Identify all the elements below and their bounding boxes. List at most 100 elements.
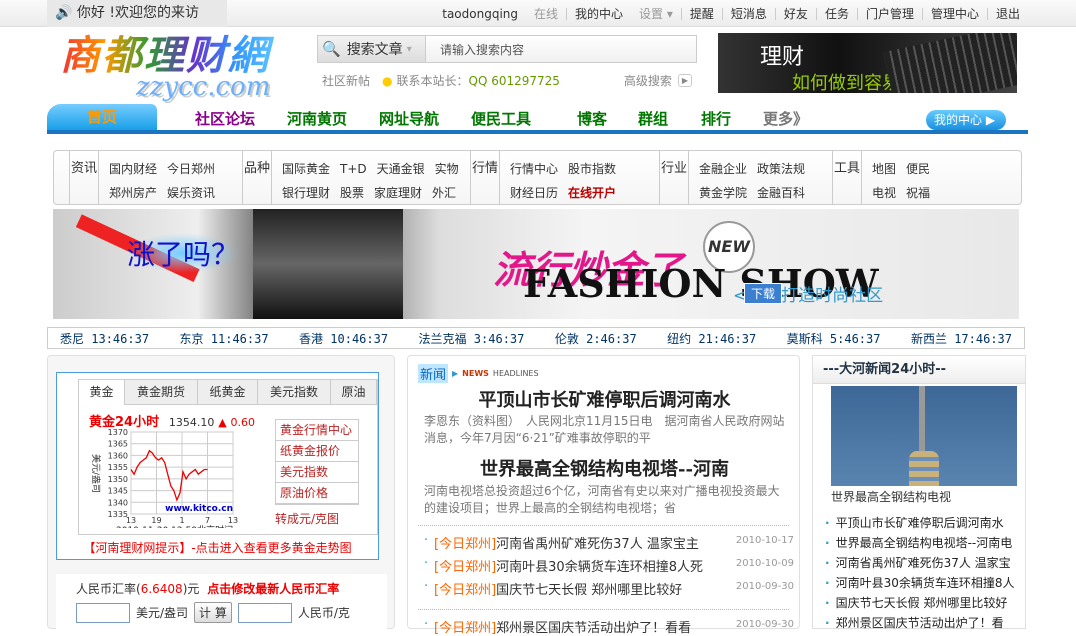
category-market: 行情 行情中心 股市指数 财经日历 在线开户 [470, 151, 634, 204]
gold-market-link[interactable]: 黄金行情中心 [276, 420, 358, 441]
daily-news-panel: ---大河新闻24小时-- 世界最高全钢结构电视 · 平顶山市长矿难停职后调河南水… [812, 355, 1026, 630]
nav-directory[interactable]: 网址导航 [379, 108, 439, 129]
online-status[interactable]: 在线 [526, 8, 566, 20]
list-item: · 平顶山市长矿难停职后调河南水 [825, 516, 1004, 530]
link[interactable]: 行情中心 [510, 162, 558, 176]
link[interactable]: 电视 [872, 186, 896, 200]
usd-input[interactable] [76, 602, 130, 623]
nav-ranking[interactable]: 排行 [701, 108, 731, 129]
link[interactable]: 黄金学院 [699, 186, 747, 200]
gold-panel: 黄金 黄金期货 纸黄金 美元指数 原油 黄金24小时 1354.10 ▲ 0.6… [47, 355, 395, 634]
link[interactable]: 国内财经 [109, 162, 157, 176]
link[interactable]: 娱乐资讯 [167, 186, 215, 200]
site-logo[interactable]: 商都理财網 zzycc.com [60, 32, 282, 102]
link[interactable]: 祝福 [906, 186, 930, 200]
paper-gold-link[interactable]: 纸黄金报价 [276, 441, 358, 462]
dollar-index-link[interactable]: 美元指数 [276, 462, 358, 483]
open-account-link[interactable]: 在线开户 [568, 186, 616, 200]
gold-tip-link[interactable]: 【河南理财网提示】-点击进入查看更多黄金走势图 [57, 539, 378, 556]
link[interactable]: 实物 [435, 162, 459, 176]
link[interactable]: 财经日历 [510, 186, 558, 200]
nav-yellow-pages[interactable]: 河南黄页 [287, 108, 347, 129]
main-nav: 首页 社区论坛 河南黄页 网址导航 便民工具 博客 群组 排行 更多》 [47, 104, 1028, 134]
edit-rate-link[interactable]: 点击修改最新人民币汇率 [207, 582, 339, 596]
cny-input[interactable] [237, 602, 292, 623]
category-varieties: 品种 国际黄金 T+D 天通金银 实物 银行理财 股票 家庭理财 外汇 [242, 151, 477, 204]
convert-link[interactable]: 转成元/克图 [275, 510, 339, 527]
community-posts-link[interactable]: 社区新帖 [322, 72, 370, 89]
link[interactable]: 金融企业 [699, 162, 747, 176]
oil-price-link[interactable]: 原油价格 [276, 483, 358, 504]
welcome-message: 🔊 你好 !欢迎您的来访 [47, 0, 227, 27]
phone-image [883, 33, 1017, 93]
ad-banner[interactable]: 理财 如何做到容易？ [718, 33, 1017, 93]
y-tick-label: 1355 [108, 463, 128, 472]
list-item: · 河南叶县30余辆货车连环相撞8人 [825, 576, 1015, 590]
link[interactable]: 银行理财 [282, 186, 330, 200]
arrow-icon: ▶ [452, 369, 459, 378]
download-button[interactable]: 下载 [744, 283, 783, 304]
friends-link[interactable]: 好友 [774, 7, 816, 20]
tasks-link[interactable]: 任务 [815, 7, 857, 20]
tab-gold[interactable]: 黄金 [79, 380, 125, 405]
settings-dropdown[interactable]: 设置 ▾ [631, 8, 681, 20]
panel-title: ---大河新闻24小时-- [813, 356, 1025, 384]
tab-news[interactable]: 新闻 [418, 364, 449, 383]
nav-groups[interactable]: 群组 [638, 108, 668, 129]
link[interactable]: 家庭理财 [374, 186, 422, 200]
x-tick-label: 13 [126, 516, 136, 525]
lightbulb-icon: ● [382, 73, 393, 88]
speaker-icon: 🔊 [55, 5, 77, 21]
tab-gold-futures[interactable]: 黄金期货 [125, 380, 198, 405]
link[interactable]: 地图 [872, 162, 896, 176]
calculate-button[interactable]: 计 算 [194, 602, 232, 623]
search-category-select[interactable]: 🔍 搜索文章 ▾ [318, 36, 426, 62]
gold-price-chart[interactable]: 1370136513601355135013451340133513 19 1 7 13… [85, 428, 275, 528]
promo-banner[interactable]: 涨了吗？ 流行炒金了 NEW FASHION SHOW <<< 打造时尚社区 下… [53, 209, 1019, 319]
link[interactable]: 股市指数 [568, 162, 616, 176]
admin-center-link[interactable]: 管理中心 [921, 7, 987, 20]
link[interactable]: 外汇 [432, 186, 456, 200]
tv-tower-photo[interactable] [831, 386, 1017, 486]
messages-link[interactable]: 短消息 [721, 7, 775, 20]
summary-1: 李恩东（资料图） 人民网北京11月15日电 据河南省人民政府网站消息，今年7月因… [424, 414, 785, 445]
headline-1[interactable]: 平顶山市长矿难停职后调河南水 [408, 386, 801, 412]
nav-blog[interactable]: 博客 [577, 108, 607, 129]
nav-tools[interactable]: 便民工具 [471, 108, 531, 129]
link[interactable]: 国际黄金 [282, 162, 330, 176]
model-photo [253, 209, 403, 319]
search-input[interactable]: 请输入搜索内容 [426, 41, 524, 58]
reminder-link[interactable]: 提醒 [680, 7, 722, 20]
tab-dollar-index[interactable]: 美元指数 [258, 380, 331, 405]
clock-frankfurt: 法兰克福 3:46:37 [418, 331, 525, 346]
headline-2[interactable]: 世界最高全钢结构电视塔--河南 [408, 455, 801, 481]
link[interactable]: T+D [340, 162, 367, 176]
tab-crude-oil[interactable]: 原油 [331, 380, 377, 405]
photo-caption[interactable]: 世界最高全钢结构电视 [831, 488, 951, 505]
tab-paper-gold[interactable]: 纸黄金 [198, 380, 258, 405]
advanced-search-link[interactable]: 高级搜索 [624, 72, 672, 89]
news-item: · [今日郑州] 河南省禹州矿难死伤37人 温家宝主 2010-10-17 [424, 533, 794, 552]
link[interactable]: 便民 [906, 162, 930, 176]
category-news: 资讯 国内财经 今日郑州 郑州房产 娱乐资讯 [69, 151, 233, 204]
link[interactable]: 股票 [340, 186, 364, 200]
portal-admin-link[interactable]: 门户管理 [856, 7, 922, 20]
category-industry: 行业 金融企业 政策法规 黄金学院 金融百科 [659, 151, 823, 204]
link[interactable]: 今日郑州 [167, 162, 215, 176]
y-tick-label: 1370 [108, 428, 128, 437]
logout-link[interactable]: 退出 [986, 7, 1028, 20]
nav-forum[interactable]: 社区论坛 [195, 108, 255, 129]
x-tick-label: 19 [151, 516, 161, 525]
nav-more[interactable]: 更多》 [763, 108, 808, 129]
link[interactable]: 金融百科 [757, 186, 805, 200]
y-tick-label: 1340 [108, 498, 128, 507]
arrow-right-icon[interactable]: ▶ [677, 74, 692, 87]
link[interactable]: 天通金银 [377, 162, 425, 176]
my-center-link[interactable]: 我的中心 [566, 7, 631, 20]
my-center-button[interactable]: 我的中心 ▶ [926, 110, 1006, 130]
link[interactable]: 郑州房产 [109, 186, 157, 200]
username-link[interactable]: taodongqing [434, 8, 526, 20]
nav-home[interactable]: 首页 [47, 104, 157, 130]
link[interactable]: 政策法规 [757, 162, 805, 176]
y-tick-label: 1360 [108, 451, 128, 460]
